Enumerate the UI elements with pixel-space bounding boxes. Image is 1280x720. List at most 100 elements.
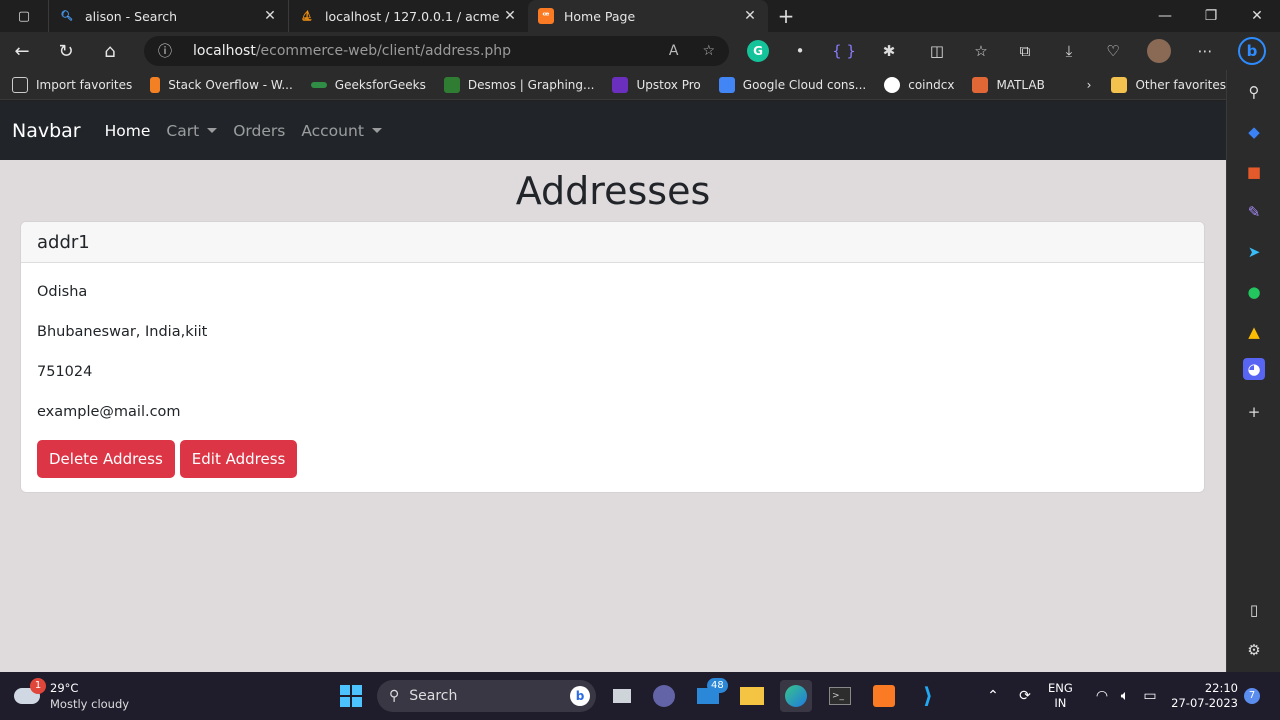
file-explorer-icon[interactable] [736,680,768,712]
other-favorites[interactable]: Other favorites [1111,76,1226,93]
address-pincode: 751024 [37,364,93,380]
new-tab-icon[interactable]: + [768,4,804,28]
clock[interactable]: 22:10 27-07-2023 [1170,681,1238,711]
favorite-item[interactable]: Desmos | Graphing... [443,76,594,93]
favorite-item[interactable]: Google Cloud cons... [718,76,866,93]
performance-icon[interactable]: ♡ [1097,32,1129,70]
show-hidden-icons-icon[interactable]: ⌃ [978,680,1008,712]
split-screen-icon[interactable]: ◫ [921,32,953,70]
browser-tab-bar: ▢ 🔍︎ alison - Search ✕ ⛵︎ localhost / 12… [0,0,1280,32]
favorites-overflow-icon[interactable]: › [1087,78,1092,92]
wifi-icon[interactable]: ◠ [1090,680,1114,712]
windows-taskbar: 1 29°C Mostly cloudy ⚲ Search b 48 >_ ⟩ … [0,672,1280,720]
maximize-icon[interactable]: ❐ [1188,0,1234,32]
collections-icon[interactable]: ⧉ [1009,32,1041,70]
discord-icon[interactable]: ◕ [1243,358,1265,380]
teams-chat-icon[interactable] [648,680,680,712]
windows-start-icon[interactable] [335,680,367,712]
downloads-icon[interactable]: ⤓ [1053,32,1085,70]
edit-address-button[interactable]: Edit Address [179,440,298,478]
terminal-icon[interactable]: >_ [824,680,856,712]
home-icon[interactable]: ⌂ [88,32,132,70]
favorite-item[interactable]: coindcx [884,76,954,93]
shopping-tag-icon[interactable]: ◆ [1240,118,1268,146]
navbar-brand[interactable]: Navbar [12,120,81,142]
extension-search-icon[interactable]: • [784,32,816,70]
task-view-icon[interactable] [606,680,638,712]
mail-badge: 48 [707,678,728,693]
refresh-icon[interactable]: ↻ [44,32,88,70]
sidebar-settings-icon[interactable]: ⚙ [1240,636,1268,664]
weather-temp: 29°C [50,681,79,695]
settings-more-icon[interactable]: ⋯ [1189,32,1221,70]
browser-tab[interactable]: 🔍︎ alison - Search ✕ [48,0,288,32]
favorites-icon[interactable]: ☆ [965,32,997,70]
google-drive-icon[interactable]: ▲ [1240,318,1268,346]
designer-icon[interactable]: ✎ [1240,198,1268,226]
grammarly-icon[interactable]: G [742,32,774,70]
site-navbar: Navbar Home Cart Orders Account [0,101,1226,160]
favorite-item[interactable]: Import favorites [12,76,132,93]
weather-alert-badge: 1 [30,678,46,694]
extension-brackets-icon[interactable]: { } [828,32,860,70]
favorite-item[interactable]: MATLAB [972,76,1045,93]
taskbar-search[interactable]: ⚲ Search b [377,680,596,712]
nav-link-orders[interactable]: Orders [233,122,285,140]
nav-dropdown-account[interactable]: Account [301,122,382,140]
minimize-icon[interactable]: — [1142,0,1188,32]
weather-desc: Mostly cloudy [50,697,130,711]
edge-sidebar: ⚲ ◆ ■ ✎ ➤ ● ▲ ◕ + ▯ ⚙ [1226,70,1280,672]
close-tab-icon[interactable]: ✕ [502,8,518,24]
nav-dropdown-cart[interactable]: Cart [166,122,218,140]
profile-avatar[interactable] [1143,32,1175,70]
upstox-icon [612,76,629,93]
nav-link-home[interactable]: Home [105,122,151,140]
favorite-star-icon[interactable]: ☆ [702,43,715,59]
window-controls: — ❐ ✕ [1142,0,1280,32]
matlab-icon [972,76,989,93]
weather-widget[interactable]: 1 29°C Mostly cloudy [14,678,130,712]
vscode-icon[interactable]: ⟩ [912,680,944,712]
battery-icon[interactable]: ▭ [1138,680,1162,712]
tab-title: localhost / 127.0.0.1 / acme / pro [325,8,502,24]
back-icon[interactable]: ← [0,32,44,70]
search-icon: 🔍︎ [60,10,74,22]
browser-tab[interactable]: ⛵︎ localhost / 127.0.0.1 / acme / pro ✕ [288,0,528,32]
read-aloud-icon[interactable]: A [669,43,679,59]
tools-icon[interactable]: ■ [1240,158,1268,186]
tree-icon[interactable]: ● [1240,278,1268,306]
close-tab-icon[interactable]: ✕ [742,8,758,24]
language-indicator[interactable]: ENG IN [1048,681,1073,711]
browser-tab-active[interactable]: ꟹ Home Page ✕ [528,0,768,32]
url-text: localhost/ecommerce-web/client/address.p… [193,43,512,59]
sync-icon[interactable]: ⟳ [1010,680,1040,712]
telegram-icon[interactable]: ➤ [1240,238,1268,266]
caret-down-icon [371,128,382,133]
address-actions: Delete Address Edit Address [37,440,1188,478]
address-city: Bhubaneswar, India,kiit [37,324,208,340]
bing-icon: b [570,686,590,706]
address-bar: ← ↻ ⌂ ⓘ localhost/ecommerce-web/client/a… [0,32,1280,70]
workspaces-icon[interactable]: ▢ [0,0,48,32]
extensions-icon[interactable]: ✱ [873,32,905,70]
close-tab-icon[interactable]: ✕ [262,8,278,24]
site-info-icon[interactable]: ⓘ [158,41,180,61]
page-title: Addresses [515,169,711,213]
close-window-icon[interactable]: ✕ [1234,0,1280,32]
tab-title: alison - Search [85,8,178,24]
coindcx-icon [884,76,901,93]
search-icon[interactable]: ⚲ [1240,78,1268,106]
edge-browser-icon[interactable] [780,680,812,712]
delete-address-button[interactable]: Delete Address [37,440,175,478]
xampp-icon[interactable] [868,680,900,712]
favorite-item[interactable]: Upstox Pro [612,76,701,93]
add-icon[interactable]: + [1240,398,1268,426]
bing-copilot-icon[interactable]: b [1236,32,1268,70]
url-field[interactable]: ⓘ localhost/ecommerce-web/client/address… [144,36,729,66]
favorite-item[interactable]: GeeksforGeeks [310,78,426,92]
sidebar-toggle-icon[interactable]: ▯ [1240,596,1268,624]
notification-count-badge[interactable]: 7 [1244,688,1260,704]
favorite-item[interactable]: Stack Overflow - W... [150,76,293,93]
caret-down-icon [207,128,218,133]
volume-icon[interactable]: 🔈︎ [1114,680,1136,712]
